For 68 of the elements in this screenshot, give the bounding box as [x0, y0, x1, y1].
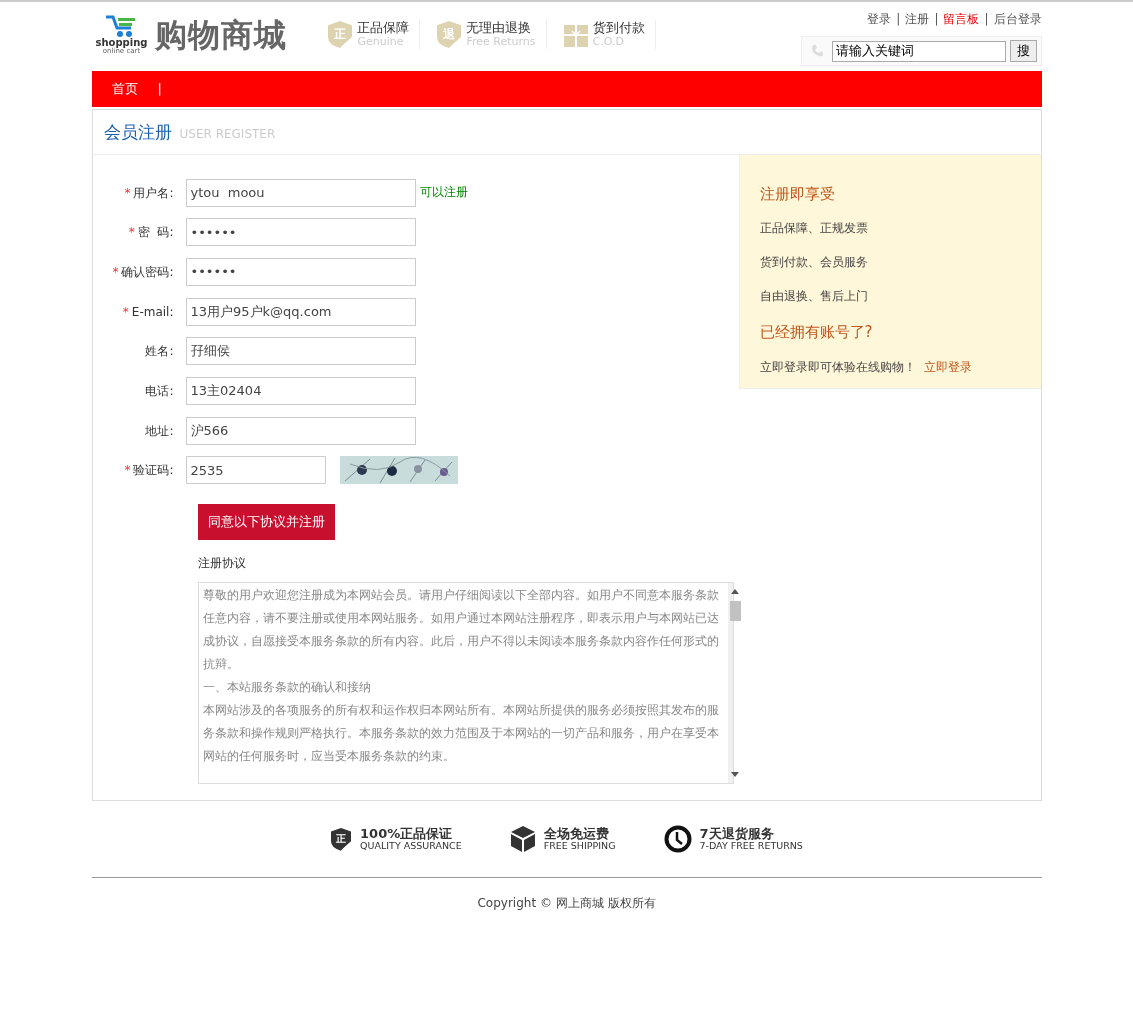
field-label: 验证码:: [133, 463, 174, 478]
search-field[interactable]: 请输入关键词: [831, 40, 1006, 62]
input-field[interactable]: 2535: [185, 456, 326, 485]
clock-icon: [663, 825, 692, 853]
top-link[interactable]: 登录: [867, 10, 892, 28]
top-link[interactable]: 后台登录: [993, 10, 1042, 28]
agreement-paragraph: 尊敬的用户欢迎您注册成为本网站会员。请用户仔细阅读以下全部内容。如用户不同意本服务条款任意内容，请不要注册或使用本网站服务。如用户通过本网站注册程序，即表示用户与本网站已达成协议，自愿接受本服务条款的所有内容。此后，用户不得以未阅读本服务条款内容作任何形式的抗辩。: [202, 587, 720, 673]
feature-title: 全场免运费: [543, 826, 610, 841]
scrollbar-thumb[interactable]: [729, 601, 741, 621]
scroll-down-icon[interactable]: [730, 772, 739, 777]
feature-subtitle: FREE SHIPPING: [543, 840, 616, 852]
login-title: 已经拥有账号了?: [759, 322, 874, 343]
login-link[interactable]: 立即登录: [923, 359, 972, 374]
shield-icon: 退: [436, 20, 463, 49]
scroll-up-icon[interactable]: [730, 589, 739, 594]
benefits-title: 注册即享受: [759, 183, 836, 205]
agreement-paragraph: 本网站涉及的各项服务的所有权和运作权归本网站所有。本网站所提供的服务必须按照其发布的服务条款和操作规则严格执行。本服务条款的效力范围及于本网站的一切产品和服务，用户在享受本网站的任何服务时，应当受本服务条款的约束。: [202, 702, 720, 765]
box-icon: [509, 825, 536, 853]
field-label: 用户名:: [133, 185, 174, 200]
input-field[interactable]: ytou moou: [185, 178, 416, 207]
nav-link[interactable]: 首页: [91, 79, 158, 99]
field-label: 姓名:: [145, 344, 174, 359]
link-separator: |: [984, 11, 989, 28]
feature-subtitle: QUALITY ASSURANCE: [360, 840, 462, 852]
input-field[interactable]: 沪566: [185, 416, 416, 445]
field-label: 地址:: [145, 423, 174, 438]
guarantee-title: 无理由退换: [466, 20, 533, 36]
required-mark: *: [128, 225, 135, 240]
link-separator: |: [896, 11, 901, 28]
feature-title: 7天退货服务: [699, 826, 775, 841]
password-field[interactable]: ••••••: [185, 257, 416, 286]
guarantee-title: 货到付款: [592, 20, 645, 36]
feature-title: 100%正品保证: [360, 826, 454, 841]
input-field[interactable]: 13主02404: [185, 376, 416, 405]
agreement-title: 注册协议: [197, 555, 247, 572]
register-button[interactable]: 同意以下协议并注册: [197, 504, 335, 540]
shield-icon: 正: [330, 826, 353, 852]
panel-title: 会员注册: [103, 122, 172, 142]
top-link[interactable]: 留言板: [943, 10, 980, 28]
top-link[interactable]: 注册: [905, 10, 930, 28]
guarantee-title: 正品保障: [357, 20, 410, 36]
required-mark: *: [112, 264, 119, 279]
benefit-item: 货到付款、会员服务: [759, 254, 869, 271]
required-mark: *: [124, 185, 131, 200]
nav-separator: |: [157, 80, 162, 99]
field-label: 电话:: [145, 383, 174, 398]
link-separator: |: [934, 11, 939, 28]
shield-icon: 正: [327, 20, 354, 49]
cart-icon: [105, 14, 138, 38]
availability-hint: 可以注册: [419, 183, 468, 201]
agreement-paragraph: 一、本站服务条款的确认和接纳: [202, 679, 372, 696]
login-text: 立即登录即可体验在线购物！: [759, 359, 916, 374]
required-mark: *: [124, 463, 131, 478]
copyright-text: Copyright © 网上商城 版权所有: [477, 896, 656, 910]
benefit-item: 正品保障、正规发票: [759, 220, 869, 237]
search-button[interactable]: 搜: [1009, 40, 1037, 62]
site-title: 购物商城: [155, 14, 288, 56]
input-field[interactable]: 13用户95户k@qq.com: [185, 297, 416, 326]
input-field[interactable]: 孖细侯: [185, 337, 416, 366]
field-label: 确认密码:: [121, 264, 174, 279]
phone-icon: [809, 44, 824, 58]
feature-subtitle: 7-DAY FREE RETURNS: [699, 840, 803, 852]
benefit-item: 自由退换、售后上门: [759, 288, 869, 305]
password-field[interactable]: ••••••: [185, 218, 416, 247]
brand-name: shopping: [95, 38, 148, 48]
required-mark: *: [122, 304, 129, 319]
field-label: E-mail:: [131, 304, 174, 319]
field-label: 密 码:: [137, 225, 174, 240]
